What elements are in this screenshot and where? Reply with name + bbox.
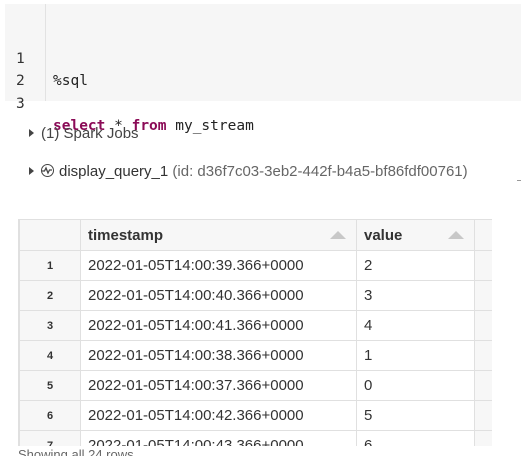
cell-text: 3 bbox=[364, 287, 373, 304]
results-table[interactable]: timestamp value 1 2022-01-05T14:00:39.366… bbox=[18, 219, 492, 446]
cell-value[interactable]: 4 bbox=[356, 310, 475, 341]
row-spacer bbox=[474, 370, 492, 401]
row-index: 2 bbox=[19, 280, 81, 311]
table-header-row: timestamp value bbox=[19, 219, 492, 251]
cell-value[interactable]: 0 bbox=[356, 370, 475, 401]
line-number: 3 bbox=[16, 96, 25, 112]
cell-timestamp[interactable]: 2022-01-05T14:00:43.366+0000 bbox=[80, 430, 357, 446]
column-header-value[interactable]: value bbox=[356, 219, 475, 251]
cell-timestamp[interactable]: 2022-01-05T14:00:42.366+0000 bbox=[80, 400, 357, 431]
table-row[interactable]: 1 2022-01-05T14:00:39.366+0000 2 bbox=[19, 250, 492, 281]
cell-text: 2 bbox=[364, 257, 373, 274]
row-spacer bbox=[474, 400, 492, 431]
notebook-cell: 1 %sql 2 3 select * from my_stream (1) S… bbox=[0, 0, 521, 456]
row-index: 7 bbox=[19, 430, 81, 446]
cell-value[interactable]: 6 bbox=[356, 430, 475, 446]
table-row[interactable]: 3 2022-01-05T14:00:41.366+0000 4 bbox=[19, 310, 492, 341]
spark-jobs-toggle[interactable]: (1) Spark Jobs bbox=[29, 124, 139, 144]
streaming-icon bbox=[41, 164, 54, 177]
cell-text: 5 bbox=[364, 407, 373, 424]
table-row[interactable]: 4 2022-01-05T14:00:38.366+0000 1 bbox=[19, 340, 492, 371]
table-row[interactable]: 6 2022-01-05T14:00:42.366+0000 5 bbox=[19, 400, 492, 431]
cell-text: 2022-01-05T14:00:40.366+0000 bbox=[88, 287, 304, 304]
table-row[interactable]: 2 2022-01-05T14:00:40.366+0000 3 bbox=[19, 280, 492, 311]
panel-edge bbox=[517, 180, 521, 181]
row-index: 4 bbox=[19, 340, 81, 371]
stream-query-toggle[interactable]: display_query_1 (id: d36f7c03-3eb2-442f-… bbox=[29, 162, 468, 182]
sort-ascending-icon[interactable] bbox=[330, 231, 346, 239]
row-index: 5 bbox=[19, 370, 81, 401]
cell-timestamp[interactable]: 2022-01-05T14:00:38.366+0000 bbox=[80, 340, 357, 371]
code-line: 1 %sql bbox=[5, 26, 88, 89]
row-index: 3 bbox=[19, 310, 81, 341]
sort-ascending-icon[interactable] bbox=[448, 231, 464, 239]
cell-text: 1 bbox=[364, 347, 373, 364]
row-spacer bbox=[474, 250, 492, 281]
cell-text: 2022-01-05T14:00:41.366+0000 bbox=[88, 317, 304, 334]
column-header-timestamp[interactable]: timestamp bbox=[80, 219, 357, 251]
query-name: display_query_1 bbox=[59, 163, 169, 180]
row-spacer bbox=[474, 430, 492, 446]
cell-timestamp[interactable]: 2022-01-05T14:00:39.366+0000 bbox=[80, 250, 357, 281]
row-spacer bbox=[474, 310, 492, 341]
caret-right-icon bbox=[29, 129, 34, 137]
cell-timestamp[interactable]: 2022-01-05T14:00:41.366+0000 bbox=[80, 310, 357, 341]
column-header-label: timestamp bbox=[88, 226, 164, 244]
cell-timestamp[interactable]: 2022-01-05T14:00:40.366+0000 bbox=[80, 280, 357, 311]
cell-value[interactable]: 1 bbox=[356, 340, 475, 371]
cell-text: 4 bbox=[364, 317, 373, 334]
cell-text: 2022-01-05T14:00:39.366+0000 bbox=[88, 257, 304, 274]
cell-text: 6 bbox=[364, 437, 373, 446]
table-row[interactable]: 7 2022-01-05T14:00:43.366+0000 6 bbox=[19, 430, 492, 446]
code-identifier: my_stream bbox=[166, 118, 254, 134]
code-editor[interactable]: 1 %sql 2 3 select * from my_stream bbox=[5, 4, 521, 134]
cell-text: 2022-01-05T14:00:37.366+0000 bbox=[88, 377, 304, 394]
cell-value[interactable]: 5 bbox=[356, 400, 475, 431]
column-header-label: value bbox=[364, 226, 403, 244]
cell-text: 2022-01-05T14:00:42.366+0000 bbox=[88, 407, 304, 424]
spark-jobs-label: (1) Spark Jobs bbox=[41, 125, 139, 142]
cell-value[interactable]: 3 bbox=[356, 280, 475, 311]
cell-text: 2022-01-05T14:00:38.366+0000 bbox=[88, 347, 304, 364]
header-spacer bbox=[474, 219, 492, 251]
cell-text: 0 bbox=[364, 377, 373, 394]
row-index: 1 bbox=[19, 250, 81, 281]
table-row[interactable]: 5 2022-01-05T14:00:37.366+0000 0 bbox=[19, 370, 492, 401]
code-line: 3 select * from my_stream bbox=[5, 71, 254, 134]
code-text: %sql bbox=[53, 73, 88, 89]
row-spacer bbox=[474, 280, 492, 311]
row-spacer bbox=[474, 340, 492, 371]
row-count-status: Showing all 24 rows. bbox=[18, 447, 138, 456]
caret-right-icon bbox=[29, 167, 34, 175]
cell-value[interactable]: 2 bbox=[356, 250, 475, 281]
row-index: 6 bbox=[19, 400, 81, 431]
cell-text: 2022-01-05T14:00:43.366+0000 bbox=[88, 437, 304, 446]
code-line: 2 bbox=[5, 48, 57, 89]
cell-timestamp[interactable]: 2022-01-05T14:00:37.366+0000 bbox=[80, 370, 357, 401]
index-header bbox=[19, 219, 81, 251]
query-id: (id: d36f7c03-3eb2-442f-b4a5-bf86fdf0076… bbox=[172, 163, 468, 180]
